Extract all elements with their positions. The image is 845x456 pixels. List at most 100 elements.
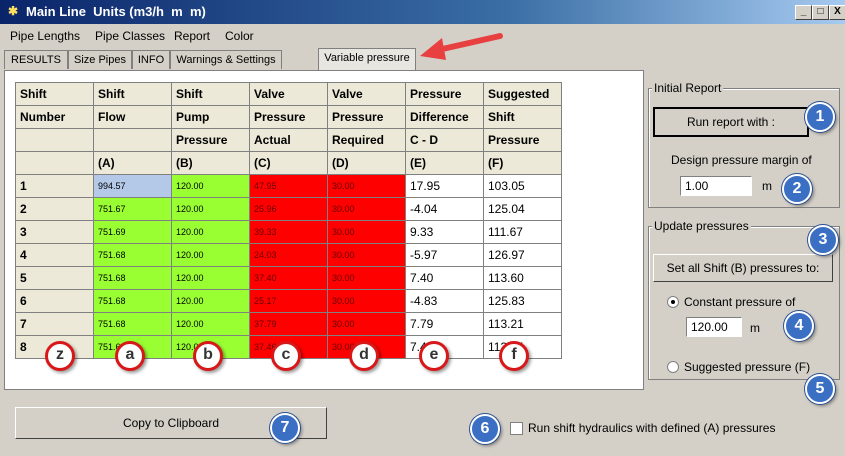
valve-actual-cell: 47.95 xyxy=(249,174,328,198)
difference-cell: -5.97 xyxy=(405,243,484,267)
header-cell: Pressure xyxy=(405,82,484,106)
suggested-pressure-label[interactable]: Suggested pressure (F) xyxy=(684,360,810,374)
callout-e: e xyxy=(419,341,449,371)
callout-c: c xyxy=(271,341,301,371)
header-cell: Pressure xyxy=(327,105,406,129)
constant-pressure-label[interactable]: Constant pressure of xyxy=(684,295,795,309)
table-row: 2 751.67 120.00 25.96 30.00 -4.04 125.04 xyxy=(15,197,562,221)
minimize-button[interactable]: _ xyxy=(795,5,812,20)
margin-label: Design pressure margin of xyxy=(671,153,812,167)
valve-required-cell: 30.00 xyxy=(327,289,406,313)
app-icon: ✱ xyxy=(7,4,19,18)
header-cell: Shift xyxy=(171,82,250,106)
valve-actual-cell: 25.17 xyxy=(249,289,328,313)
header-cell: (A) xyxy=(93,151,172,175)
suggested-cell: 126.97 xyxy=(483,243,562,267)
flow-cell[interactable]: 751.69 xyxy=(93,220,172,244)
valve-actual-cell: 24.03 xyxy=(249,243,328,267)
pump-pressure-cell[interactable]: 120.00 xyxy=(171,243,250,267)
difference-cell: 7.79 xyxy=(405,312,484,336)
tab-strip: RESULTS Size Pipes INFO Warnings & Setti… xyxy=(4,48,644,70)
table-row: 6 751.68 120.00 25.17 30.00 -4.83 125.83 xyxy=(15,289,562,313)
constant-pressure-input[interactable]: 120.00 xyxy=(686,317,742,337)
table-row: 3 751.69 120.00 39.33 30.00 9.33 111.67 xyxy=(15,220,562,244)
callout-7: 7 xyxy=(270,413,300,443)
menu-pipe-classes[interactable]: Pipe Classes xyxy=(95,29,165,43)
suggested-cell: 103.05 xyxy=(483,174,562,198)
maximize-button[interactable]: □ xyxy=(812,5,829,20)
difference-cell: 17.95 xyxy=(405,174,484,198)
flow-cell[interactable]: 751.68 xyxy=(93,266,172,290)
tab-warnings-settings[interactable]: Warnings & Settings xyxy=(170,50,282,69)
constant-pressure-unit: m xyxy=(750,321,760,335)
initial-report-label: Initial Report xyxy=(652,81,724,95)
title-bar: ✱ Main Line Units (m3/h m m) _ □ X xyxy=(0,0,845,24)
flow-cell[interactable]: 751.68 xyxy=(93,289,172,313)
header-cell: Pressure xyxy=(249,105,328,129)
constant-pressure-radio[interactable] xyxy=(667,296,679,308)
valve-actual-cell: 37.40 xyxy=(249,266,328,290)
flow-cell[interactable]: 751.67 xyxy=(93,197,172,221)
row-number: 2 xyxy=(15,197,94,221)
menu-pipe-lengths[interactable]: Pipe Lengths xyxy=(10,29,80,43)
suggested-cell: 113.60 xyxy=(483,266,562,290)
suggested-cell: 113.21 xyxy=(483,312,562,336)
menu-color[interactable]: Color xyxy=(225,29,254,43)
header-cell: Valve xyxy=(249,82,328,106)
header-row: Shift Shift Shift Valve Valve Pressure S… xyxy=(15,82,562,106)
tab-results[interactable]: RESULTS xyxy=(4,50,68,69)
valve-required-cell: 30.00 xyxy=(327,312,406,336)
difference-cell: 9.33 xyxy=(405,220,484,244)
header-cell xyxy=(15,151,94,175)
difference-cell: -4.04 xyxy=(405,197,484,221)
suggested-cell: 125.83 xyxy=(483,289,562,313)
header-cell: C - D xyxy=(405,128,484,152)
run-report-button[interactable]: Run report with : xyxy=(653,107,809,137)
set-all-pressures-button[interactable]: Set all Shift (B) pressures to: xyxy=(653,254,833,282)
tab-size-pipes[interactable]: Size Pipes xyxy=(68,50,132,69)
valve-actual-cell: 25.96 xyxy=(249,197,328,221)
header-cell: Pump xyxy=(171,105,250,129)
callout-d: d xyxy=(349,341,379,371)
pump-pressure-cell[interactable]: 120.00 xyxy=(171,312,250,336)
callout-1: 1 xyxy=(805,102,835,132)
row-number: 7 xyxy=(15,312,94,336)
run-hydraulics-label[interactable]: Run shift hydraulics with defined (A) pr… xyxy=(528,421,775,435)
window-title: Main Line Units (m3/h m m) xyxy=(26,4,206,19)
callout-a: a xyxy=(115,341,145,371)
pump-pressure-cell[interactable]: 120.00 xyxy=(171,220,250,244)
row-number: 3 xyxy=(15,220,94,244)
header-cell: Number xyxy=(15,105,94,129)
difference-cell: -4.83 xyxy=(405,289,484,313)
callout-2: 2 xyxy=(782,174,812,204)
pump-pressure-cell[interactable]: 120.00 xyxy=(171,266,250,290)
margin-input[interactable]: 1.00 xyxy=(680,176,752,196)
flow-cell[interactable]: 751.68 xyxy=(93,312,172,336)
flow-cell[interactable]: 751.68 xyxy=(93,243,172,267)
tab-variable-pressure[interactable]: Variable pressure xyxy=(318,48,416,70)
table-row: 7 751.68 120.00 37.79 30.00 7.79 113.21 xyxy=(15,312,562,336)
header-cell: Shift xyxy=(15,82,94,106)
pump-pressure-cell[interactable]: 120.00 xyxy=(171,197,250,221)
tab-info[interactable]: INFO xyxy=(132,50,170,69)
pump-pressure-cell[interactable]: 120.00 xyxy=(171,289,250,313)
valve-required-cell: 30.00 xyxy=(327,197,406,221)
header-cell: Shift xyxy=(93,82,172,106)
row-number: 6 xyxy=(15,289,94,313)
run-hydraulics-checkbox[interactable] xyxy=(510,422,523,435)
callout-b: b xyxy=(193,341,223,371)
close-button[interactable]: X xyxy=(829,5,845,20)
menu-report[interactable]: Report xyxy=(174,29,210,43)
callout-z: z xyxy=(45,341,75,371)
table-row: 5 751.68 120.00 37.40 30.00 7.40 113.60 xyxy=(15,266,562,290)
valve-required-cell: 30.00 xyxy=(327,243,406,267)
valve-required-cell: 30.00 xyxy=(327,174,406,198)
callout-5: 5 xyxy=(805,374,835,404)
pump-pressure-cell[interactable]: 120.00 xyxy=(171,174,250,198)
flow-cell[interactable]: 994.57 xyxy=(93,174,172,198)
suggested-pressure-radio[interactable] xyxy=(667,361,679,373)
header-cell: Pressure xyxy=(483,128,562,152)
row-number: 4 xyxy=(15,243,94,267)
update-pressures-label: Update pressures xyxy=(652,219,751,233)
header-cell: Flow xyxy=(93,105,172,129)
